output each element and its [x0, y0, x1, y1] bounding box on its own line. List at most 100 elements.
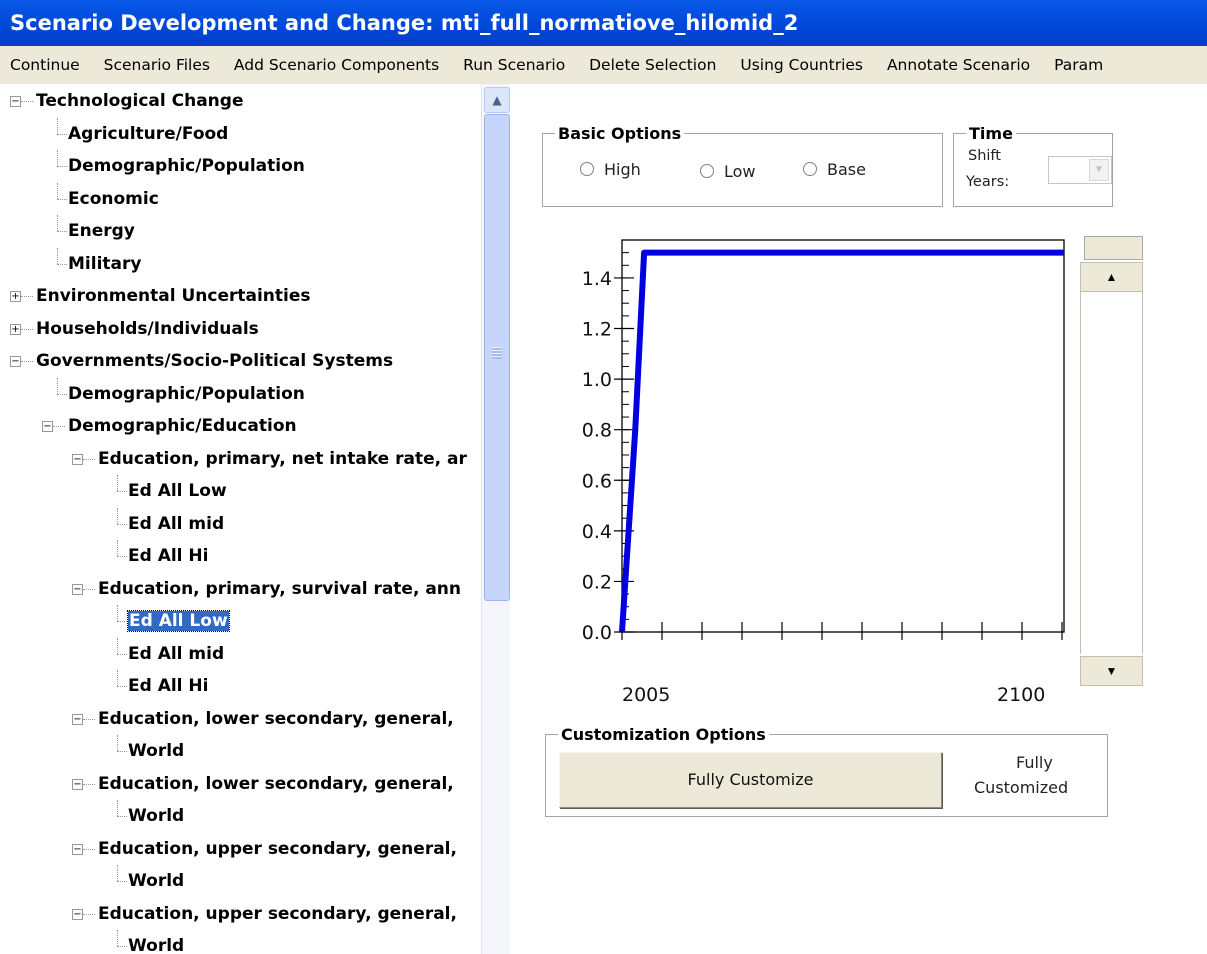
chart-scroll-track[interactable]	[1080, 292, 1143, 654]
radio-base-circle	[803, 162, 817, 176]
tree-connector	[83, 588, 95, 590]
basic-options-title: Basic Options	[555, 125, 685, 143]
tree-node[interactable]: Ed All Low	[127, 605, 230, 637]
tree-connector	[117, 800, 118, 816]
tree-connector	[117, 881, 127, 882]
radio-base[interactable]: Base	[803, 160, 866, 179]
chevron-down-icon[interactable]: ▼	[1089, 159, 1109, 181]
tree-node[interactable]: Environmental Uncertainties	[36, 280, 311, 312]
collapse-icon[interactable]: −	[72, 453, 83, 465]
tree-node[interactable]: Military	[68, 248, 141, 280]
tree-connector	[57, 377, 58, 394]
tree-node[interactable]: World	[128, 735, 184, 767]
tree-connector	[117, 735, 118, 751]
chart-scroll-down-icon[interactable]: ▼	[1080, 656, 1143, 686]
tree-node[interactable]: Ed All Hi	[128, 670, 208, 702]
tree-node[interactable]: Ed All mid	[128, 638, 224, 670]
tree-node[interactable]: Education, primary, survival rate, ann	[98, 573, 461, 605]
chart-scroll-up-icon[interactable]: ▲	[1080, 262, 1143, 292]
tree-node[interactable]: Ed All Hi	[128, 540, 208, 572]
collapse-icon[interactable]: −	[72, 713, 83, 725]
tree-node[interactable]: Education, lower secondary, general,	[98, 703, 454, 735]
tree-connector	[117, 605, 118, 621]
tree-scrollbar[interactable]: ▲	[481, 84, 510, 954]
tree-node[interactable]: Demographic/Population	[68, 378, 305, 410]
menu-scenario-files[interactable]: Scenario Files	[104, 56, 210, 74]
chart-scroll-box	[1084, 236, 1143, 260]
radio-low[interactable]: Low	[700, 162, 756, 181]
tree-connector	[21, 361, 33, 362]
tree-node[interactable]: Demographic/Population	[68, 150, 305, 182]
tree-connector	[117, 621, 127, 622]
tree-connector	[57, 263, 67, 265]
tree-node-label: Demographic/Education	[68, 416, 297, 436]
tree-connector	[21, 296, 33, 297]
collapse-icon[interactable]: −	[72, 583, 83, 595]
tree-node[interactable]: Energy	[68, 215, 135, 247]
tree-connector	[57, 133, 67, 135]
radio-high[interactable]: High	[580, 160, 641, 179]
tree-connector	[117, 946, 127, 947]
status-line-1: Fully	[1016, 753, 1053, 772]
tree-connector	[57, 117, 58, 134]
chart-scrollbar[interactable]: ▲ ▼	[1080, 236, 1143, 700]
menu-run-scenario[interactable]: Run Scenario	[463, 56, 565, 74]
tree-node[interactable]: Education, upper secondary, general,	[98, 833, 457, 865]
tree-node-label: Demographic/Population	[68, 383, 305, 404]
tree-connector	[57, 166, 67, 167]
collapse-icon[interactable]: −	[72, 778, 83, 790]
y-tick-label: 0.2	[582, 571, 612, 593]
tree-node-label: Technological Change	[36, 91, 244, 111]
tree-node[interactable]: World	[128, 800, 184, 832]
tree-node[interactable]: Education, lower secondary, general,	[98, 768, 454, 800]
expand-icon[interactable]: +	[10, 323, 21, 335]
menu-param[interactable]: Param	[1054, 56, 1103, 74]
tree-connector	[117, 507, 118, 524]
status-line-2: Customized	[974, 778, 1069, 797]
customization-title: Customization Options	[558, 726, 769, 744]
expand-icon[interactable]: +	[10, 291, 21, 302]
tree-node[interactable]: Ed All mid	[128, 508, 224, 540]
tree-node[interactable]: World	[128, 865, 184, 897]
tree-connector	[117, 930, 118, 946]
tree-node-label: World	[128, 741, 185, 761]
tree-node-label: Ed All Low	[127, 610, 230, 632]
tree-node[interactable]: Agriculture/Food	[68, 118, 228, 150]
tree-node[interactable]: Education, primary, net intake rate, ar	[98, 443, 467, 475]
tree-node[interactable]: Demographic/Education	[68, 410, 297, 442]
collapse-icon[interactable]: −	[10, 96, 21, 107]
shift-label: Shift	[968, 148, 1001, 164]
tree-node-label: Energy	[68, 221, 135, 241]
collapse-icon[interactable]: −	[72, 908, 83, 920]
fully-customize-button[interactable]: Fully Customize	[559, 752, 942, 808]
scroll-up-arrow-icon[interactable]: ▲	[484, 87, 510, 113]
menu-delete-selection[interactable]: Delete Selection	[589, 56, 716, 74]
menu-annotate-scenario[interactable]: Annotate Scenario	[887, 56, 1030, 74]
collapse-icon[interactable]: −	[42, 421, 53, 432]
tree-connector	[57, 198, 67, 200]
tree-connector	[83, 783, 95, 785]
tree-node[interactable]: Governments/Socio-Political Systems	[36, 345, 393, 377]
tree-node[interactable]: Technological Change	[36, 85, 243, 117]
menu-add-scenario-components[interactable]: Add Scenario Components	[234, 56, 439, 74]
tree-connector	[117, 637, 118, 654]
scroll-thumb[interactable]	[484, 114, 510, 601]
shift-years-combo[interactable]: ▼	[1048, 156, 1112, 184]
tree-node-label: Education, upper secondary, general,	[98, 838, 457, 859]
collapse-icon[interactable]: −	[10, 356, 21, 367]
tree-node[interactable]: Education, upper secondary, general,	[98, 898, 457, 930]
radio-low-circle	[700, 164, 714, 178]
tree-node-label: Education, lower secondary, general,	[98, 773, 454, 794]
collapse-icon[interactable]: −	[72, 843, 83, 855]
menu-continue[interactable]: Continue	[10, 56, 80, 74]
tree-node-label: World	[128, 871, 185, 891]
tree-connector	[117, 865, 118, 881]
tree-node[interactable]: Households/Individuals	[36, 313, 259, 345]
tree-node-label: Environmental Uncertainties	[36, 286, 311, 306]
tree-node[interactable]: Ed All Low	[128, 475, 227, 507]
y-tick-label: 1.2	[582, 319, 612, 341]
tree-connector	[83, 458, 95, 460]
menu-using-countries[interactable]: Using Countries	[740, 56, 863, 74]
tree-node[interactable]: World	[128, 930, 184, 954]
tree-node[interactable]: Economic	[68, 183, 159, 215]
